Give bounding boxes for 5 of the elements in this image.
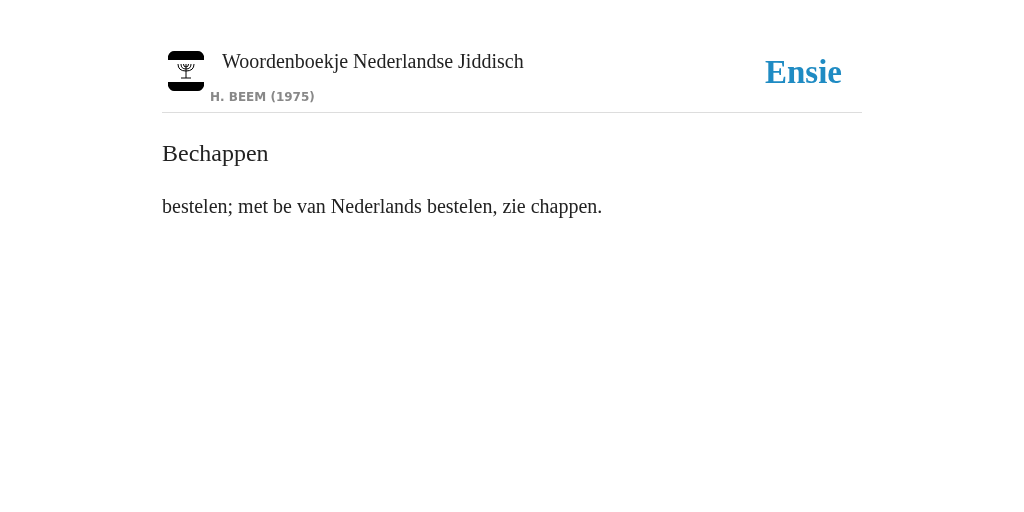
dictionary-title[interactable]: Woordenboekje Nederlandse Jiddisch [222, 46, 524, 76]
author-label: H. BEEM (1975) [210, 89, 316, 106]
entry-definition: bestelen; met be van Nederlands bestelen, zie chappen. [162, 194, 604, 220]
entry-term: Bechappen [162, 139, 270, 168]
brand-logo[interactable]: Ensie [764, 48, 842, 98]
